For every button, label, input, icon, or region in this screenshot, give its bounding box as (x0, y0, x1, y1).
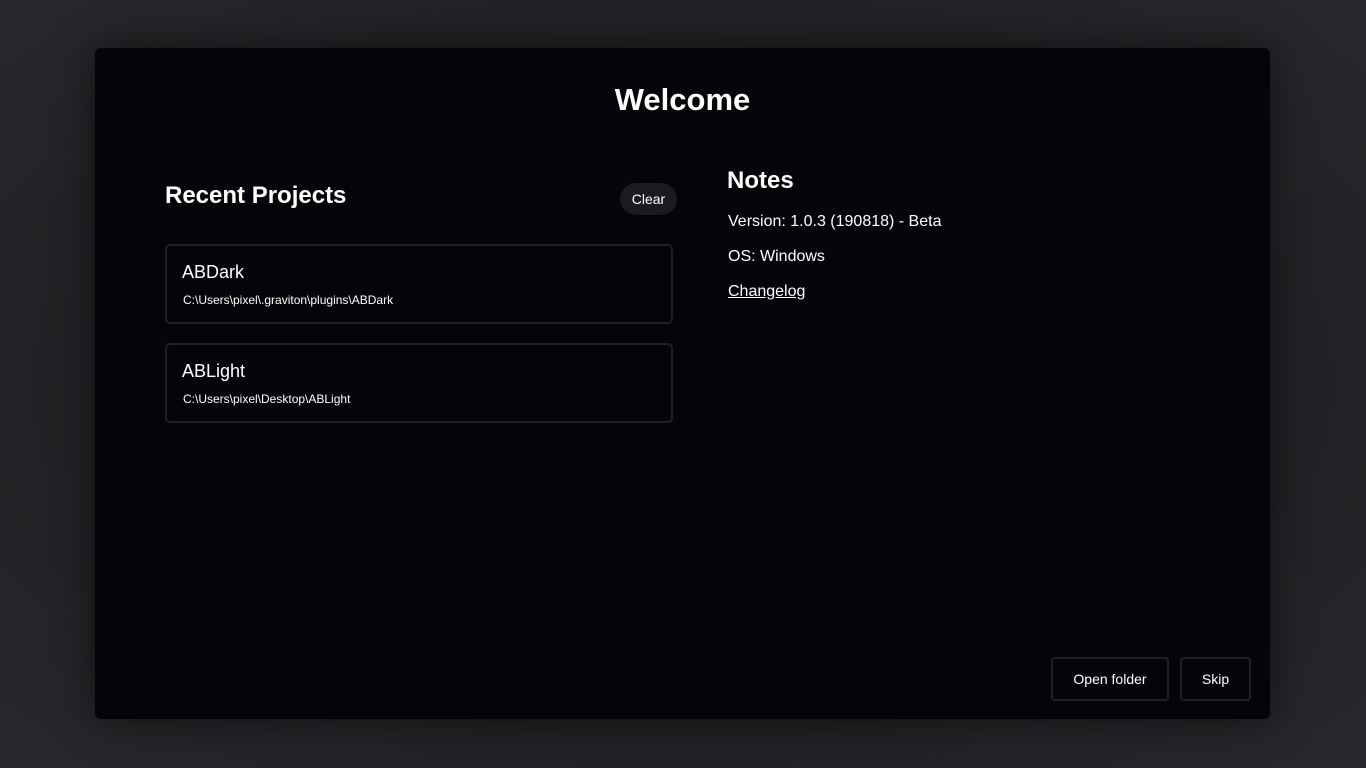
notes-title: Notes (727, 167, 794, 194)
recent-project-card[interactable]: ABLight C:\Users\pixel\Desktop\ABLight (165, 343, 673, 423)
recent-project-card[interactable]: ABDark C:\Users\pixel\.graviton\plugins\… (165, 244, 673, 324)
version-info: Version: 1.0.3 (190818) - Beta (728, 213, 942, 230)
skip-button[interactable]: Skip (1180, 657, 1251, 701)
clear-recent-button[interactable]: Clear (620, 183, 677, 215)
open-folder-button[interactable]: Open folder (1051, 657, 1169, 701)
recent-projects-title: Recent Projects (165, 182, 347, 209)
changelog-link[interactable]: Changelog (728, 282, 805, 302)
project-path: C:\Users\pixel\.graviton\plugins\ABDark (183, 293, 394, 307)
project-name: ABLight (182, 361, 246, 381)
welcome-dialog: Welcome Recent Projects Clear ABDark C:\… (95, 48, 1270, 719)
project-name: ABDark (182, 262, 245, 282)
os-info: OS: Windows (728, 248, 825, 265)
project-path: C:\Users\pixel\Desktop\ABLight (183, 392, 351, 406)
welcome-title: Welcome (614, 82, 751, 117)
